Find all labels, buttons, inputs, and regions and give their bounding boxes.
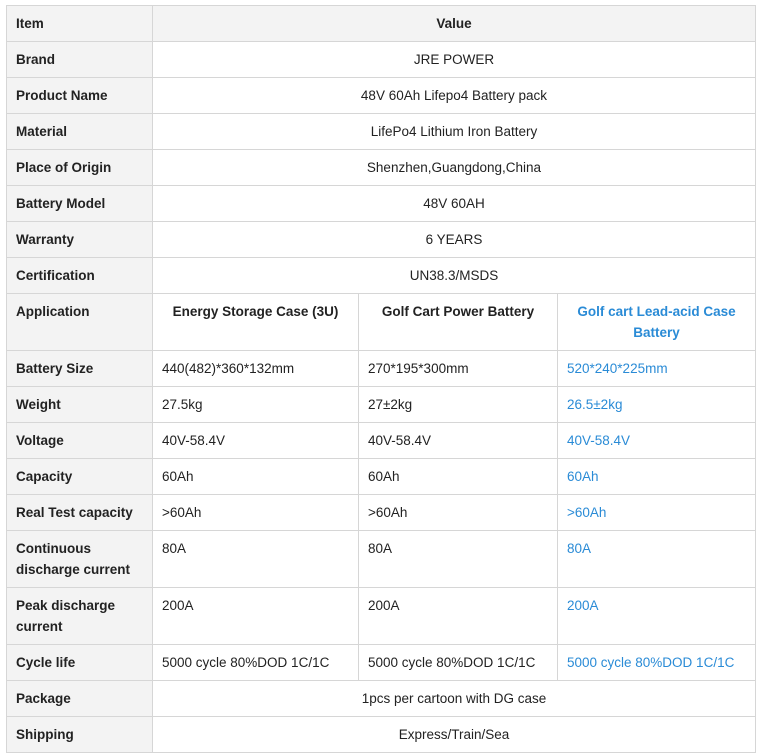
row-label: Weight <box>6 386 153 423</box>
table-row: Material LifePo4 Lithium Iron Battery <box>6 113 756 150</box>
row-label: Warranty <box>6 221 153 258</box>
row-label: Battery Model <box>6 185 153 222</box>
row-value: 80A <box>152 530 359 588</box>
table-row: Shipping Express/Train/Sea <box>6 716 756 753</box>
application-col-3: Golf cart Lead-acid Case Battery <box>557 293 756 351</box>
row-value: 520*240*225mm <box>557 350 756 387</box>
row-label: Continuous discharge current <box>6 530 153 588</box>
table-header-row: Item Value <box>6 5 756 42</box>
row-value: 6 YEARS <box>152 221 756 258</box>
row-label: Battery Size <box>6 350 153 387</box>
application-col-1: Energy Storage Case (3U) <box>152 293 359 351</box>
row-value: 60Ah <box>358 458 558 495</box>
table-row: Real Test capacity >60Ah >60Ah >60Ah <box>6 494 756 531</box>
row-label: Certification <box>6 257 153 294</box>
row-value: 1pcs per cartoon with DG case <box>152 680 756 717</box>
row-label: Shipping <box>6 716 153 753</box>
header-item-cell: Item <box>6 5 153 42</box>
row-value: 80A <box>358 530 558 588</box>
row-label: Peak discharge current <box>6 587 153 645</box>
header-value-cell: Value <box>152 5 756 42</box>
row-value: LifePo4 Lithium Iron Battery <box>152 113 756 150</box>
row-value: 5000 cycle 80%DOD 1C/1C <box>152 644 359 681</box>
row-value: >60Ah <box>557 494 756 531</box>
row-label: Material <box>6 113 153 150</box>
row-label: Application <box>6 293 153 351</box>
row-value: Express/Train/Sea <box>152 716 756 753</box>
row-value: >60Ah <box>152 494 359 531</box>
row-value: 440(482)*360*132mm <box>152 350 359 387</box>
row-value: 40V-58.4V <box>557 422 756 459</box>
table-row: Peak discharge current 200A 200A 200A <box>6 587 756 645</box>
row-value: 48V 60AH <box>152 185 756 222</box>
row-value: 27.5kg <box>152 386 359 423</box>
row-label: Capacity <box>6 458 153 495</box>
row-value: 40V-58.4V <box>152 422 359 459</box>
row-value: UN38.3/MSDS <box>152 257 756 294</box>
table-row: Battery Model 48V 60AH <box>6 185 756 222</box>
row-label: Cycle life <box>6 644 153 681</box>
row-value: 60Ah <box>152 458 359 495</box>
application-row: Application Energy Storage Case (3U) Gol… <box>6 293 756 351</box>
table-row: Cycle life 5000 cycle 80%DOD 1C/1C 5000 … <box>6 644 756 681</box>
application-col-2: Golf Cart Power Battery <box>358 293 558 351</box>
row-value: 48V 60Ah Lifepo4 Battery pack <box>152 77 756 114</box>
row-value: 27±2kg <box>358 386 558 423</box>
row-value: 26.5±2kg <box>557 386 756 423</box>
row-value: JRE POWER <box>152 41 756 78</box>
table-row: Package 1pcs per cartoon with DG case <box>6 680 756 717</box>
table-row: Brand JRE POWER <box>6 41 756 78</box>
row-label: Package <box>6 680 153 717</box>
table-row: Warranty 6 YEARS <box>6 221 756 258</box>
row-label: Product Name <box>6 77 153 114</box>
row-value: 60Ah <box>557 458 756 495</box>
table-row: Place of Origin Shenzhen,Guangdong,China <box>6 149 756 186</box>
row-value: 200A <box>152 587 359 645</box>
row-label: Place of Origin <box>6 149 153 186</box>
table-row: Product Name 48V 60Ah Lifepo4 Battery pa… <box>6 77 756 114</box>
table-row: Battery Size 440(482)*360*132mm 270*195*… <box>6 350 756 387</box>
row-label: Brand <box>6 41 153 78</box>
row-label: Voltage <box>6 422 153 459</box>
row-value: 40V-58.4V <box>358 422 558 459</box>
row-value: >60Ah <box>358 494 558 531</box>
table-row: Weight 27.5kg 27±2kg 26.5±2kg <box>6 386 756 423</box>
spec-table: Item Value Brand JRE POWER Product Name … <box>6 5 756 753</box>
table-row: Capacity 60Ah 60Ah 60Ah <box>6 458 756 495</box>
row-value: 270*195*300mm <box>358 350 558 387</box>
row-value: 80A <box>557 530 756 588</box>
row-value: 5000 cycle 80%DOD 1C/1C <box>557 644 756 681</box>
table-row: Voltage 40V-58.4V 40V-58.4V 40V-58.4V <box>6 422 756 459</box>
row-value: Shenzhen,Guangdong,China <box>152 149 756 186</box>
row-label: Real Test capacity <box>6 494 153 531</box>
row-value: 200A <box>358 587 558 645</box>
row-value: 5000 cycle 80%DOD 1C/1C <box>358 644 558 681</box>
table-row: Certification UN38.3/MSDS <box>6 257 756 294</box>
row-value: 200A <box>557 587 756 645</box>
table-row: Continuous discharge current 80A 80A 80A <box>6 530 756 588</box>
